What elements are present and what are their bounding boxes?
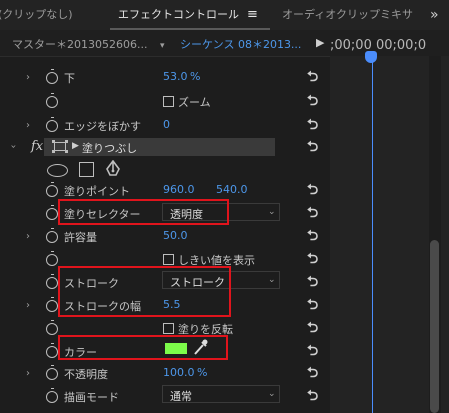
zoom-checkbox[interactable] [163,96,174,107]
down-label: 下 [64,72,75,85]
fill-point-y-value[interactable]: 540.0 [216,183,248,196]
chevron-down-icon: ⌄ [268,389,276,399]
master-clip-label[interactable]: マスター＊2013052606... [12,36,147,52]
effect-name-label: 塗りつぶし [82,142,138,155]
sequence-clip-label[interactable]: シーケンス 08＊2013... [180,36,301,52]
fill-point-x-value[interactable]: 960.0 [163,183,195,196]
stopwatch-icon[interactable] [46,251,58,266]
chevron-down-icon: ⌄ [268,207,276,217]
tolerance-value[interactable]: 50.0 [163,229,188,242]
panel-menu-icon[interactable]: ≡ [247,0,258,30]
reset-icon[interactable]: ⮌ [307,271,318,295]
stopwatch-icon[interactable] [46,205,58,220]
play-icon[interactable]: ▶ [316,36,324,49]
playhead-line[interactable] [372,56,373,413]
stopwatch-icon[interactable] [46,274,58,289]
reset-icon[interactable]: ⮌ [307,202,318,226]
stopwatch-icon[interactable] [46,117,58,132]
stopwatch-icon[interactable] [46,320,58,335]
tab-effect-controls[interactable]: エフェクトコントロール [118,0,239,30]
reset-icon[interactable]: ⮌ [307,340,318,364]
playhead-handle[interactable] [365,51,377,63]
highlight-box-stroke [58,266,231,317]
timeline-ruler-timecode: ;00;00 00;00;0 [330,38,427,53]
down-unit: % [190,70,201,83]
highlight-box-fill-selector [58,199,229,225]
edge-feather-label: エッジをぼかす [64,120,141,133]
stopwatch-icon[interactable] [46,228,58,243]
zoom-label: ズーム [178,96,211,109]
collapse-chevron-icon[interactable]: › [8,145,19,149]
stopwatch-icon[interactable] [46,297,58,312]
blend-mode-value: 通常 [170,390,192,403]
master-dropdown-icon[interactable]: ▾ [160,41,165,51]
stopwatch-icon[interactable] [46,93,58,108]
expand-chevron-icon[interactable]: › [26,231,30,242]
reset-icon[interactable]: ⮌ [307,385,318,409]
reset-icon[interactable]: ⮌ [307,294,318,318]
transform-handle [65,150,68,153]
reset-icon[interactable]: ⮌ [307,317,318,341]
fill-point-label: 塗りポイント [64,185,130,198]
transform-handle [65,140,68,143]
stopwatch-icon[interactable] [46,365,58,380]
reset-icon[interactable]: ⮌ [307,179,318,203]
expand-chevron-icon[interactable]: › [26,300,30,311]
invert-fill-checkbox[interactable] [163,323,174,334]
expand-chevron-icon[interactable]: › [26,120,30,131]
ellipse-mask-icon[interactable] [47,164,68,177]
blend-mode-label: 描画モード [64,391,119,404]
transform-handle [52,140,55,143]
pen-mask-icon[interactable] [104,159,122,178]
tab-overflow-icon[interactable]: » [430,0,439,30]
opacity-unit: % [197,366,208,379]
reset-icon[interactable]: ⮌ [307,66,318,90]
opacity-label: 不透明度 [64,368,108,381]
transform-arrow-icon: ▶ [72,141,79,151]
down-value[interactable]: 53.0 [163,70,188,83]
tolerance-label: 許容量 [64,231,97,244]
stopwatch-icon[interactable] [46,182,58,197]
reset-icon[interactable]: ⮌ [307,362,318,386]
stopwatch-icon[interactable] [46,69,58,84]
expand-chevron-icon[interactable]: › [26,368,30,379]
reset-icon[interactable]: ⮌ [307,225,318,249]
transform-handle [52,150,55,153]
stopwatch-icon[interactable] [46,343,58,358]
edge-feather-value[interactable]: 0 [163,118,170,131]
scrollbar-thumb[interactable] [430,240,439,413]
tab-audio-clip-mixer[interactable]: オーディオクリップミキサ [282,0,422,30]
chevron-down-icon: ⌄ [268,275,276,285]
reset-icon[interactable]: ⮌ [307,248,318,272]
highlight-box-color [58,335,228,360]
tab-clip-none[interactable]: (クリップなし) [0,0,73,30]
reset-icon[interactable]: ⮌ [307,136,318,160]
show-threshold-checkbox[interactable] [163,254,174,265]
reset-icon[interactable]: ⮌ [307,114,318,138]
fx-toggle-icon[interactable]: fx [31,139,43,154]
opacity-value[interactable]: 100.0 [163,366,195,379]
rectangle-mask-icon[interactable] [79,162,94,177]
reset-icon[interactable]: ⮌ [307,90,318,114]
expand-chevron-icon[interactable]: › [26,72,30,83]
stopwatch-icon[interactable] [46,388,58,403]
